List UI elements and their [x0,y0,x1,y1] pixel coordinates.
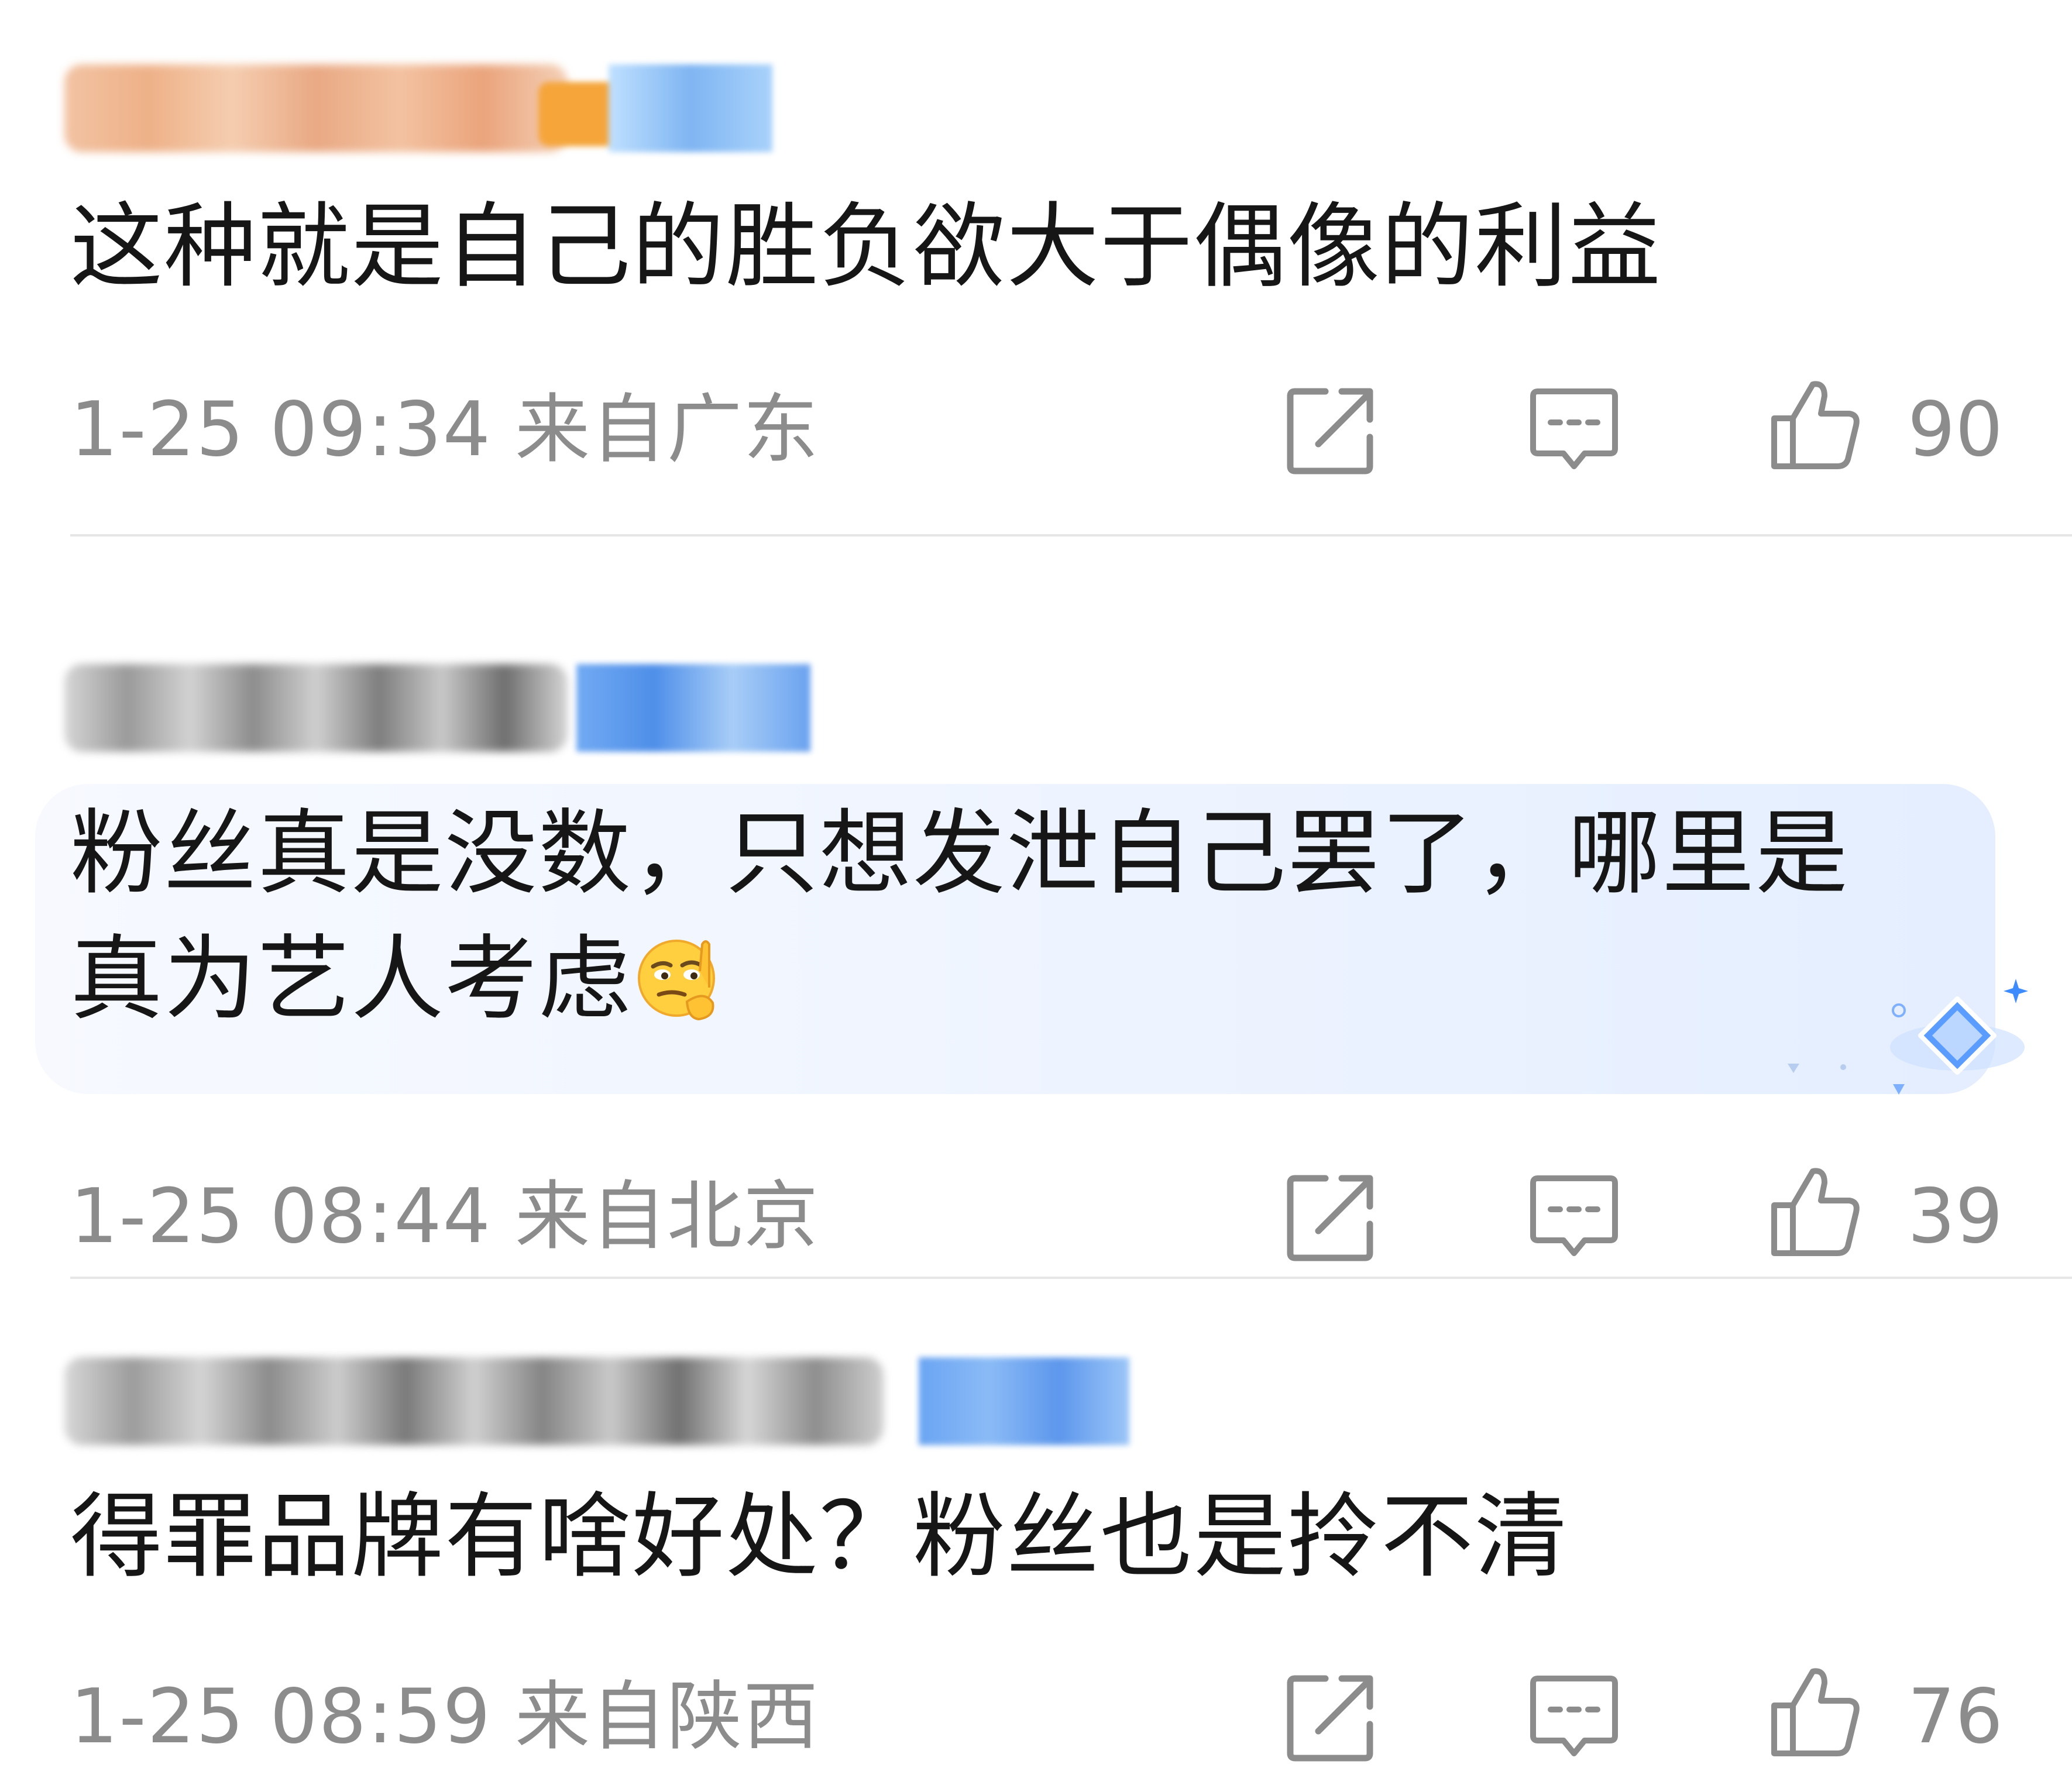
comment-divider [70,534,2072,536]
thumbs-up-icon [1771,1168,1860,1256]
comment-icon [1530,388,1618,469]
comment-location: 来自广东 [515,386,820,473]
username-blurred[interactable] [64,64,579,152]
share-icon [1287,1675,1373,1762]
comment-text: 粉丝真是没数，只想发泄自己罢了，哪里是真为艺人考虑 [70,800,1849,1033]
comment-location: 来自陕西 [515,1673,820,1760]
comment-date: 1-25 08:44 [70,1173,492,1260]
comment-divider [70,1277,2072,1279]
comment-item-highlighted: 粉丝真是没数，只想发泄自己罢了，哪里是真为艺人考虑 1-25 08:44 来自北… [0,538,2072,1281]
share-icon [1287,1175,1373,1261]
username-blurred[interactable] [64,664,579,752]
share-icon [1287,388,1373,474]
user-level-badge [919,1357,1129,1445]
share-button[interactable] [1284,383,1378,477]
thinking-face-emoji [635,930,723,1021]
comment-icon [1530,1676,1618,1756]
comment-location: 来自北京 [515,1173,820,1260]
thumbs-up-icon [1771,1668,1860,1756]
comment-text: 得罪品牌有啥好处？粉丝也是拎不清 [70,1483,1568,1591]
reply-button[interactable] [1527,1670,1621,1764]
like-button[interactable] [1767,377,1861,471]
reply-button[interactable] [1527,1170,1621,1264]
comment-icon [1530,1175,1618,1256]
share-button[interactable] [1284,1170,1378,1264]
reply-button[interactable] [1527,383,1621,477]
comment-meta: 1-25 09:34 来自广东 [70,386,819,474]
like-button[interactable] [1767,1664,1861,1758]
comment-date: 1-25 09:34 [70,386,492,473]
comment-meta: 1-25 08:44 来自北京 [70,1173,819,1261]
diamond-badge-icon [1878,974,2036,1115]
comment-date: 1-25 08:59 [70,1673,492,1760]
user-level-badge [538,64,772,152]
username-blurred[interactable] [64,1357,895,1445]
share-button[interactable] [1284,1670,1378,1764]
comment-text: 这种就是自己的胜负欲大于偶像的利益 [70,193,1662,301]
thumbs-up-icon [1771,381,1860,469]
like-count: 90 [1908,386,2003,473]
sparkle-dots [1785,1059,1855,1082]
comment-meta: 1-25 08:59 来自陕西 [70,1673,819,1761]
like-button[interactable] [1767,1164,1861,1258]
comment-item: 得罪品牌有啥好处？粉丝也是拎不清 1-25 08:59 来自陕西 76 [0,1281,2072,1785]
like-count: 39 [1908,1173,2003,1260]
comment-item: 这种就是自己的胜负欲大于偶像的利益 1-25 09:34 来自广东 90 [0,0,2072,538]
user-level-badge [576,664,810,752]
like-count: 76 [1908,1673,2003,1760]
